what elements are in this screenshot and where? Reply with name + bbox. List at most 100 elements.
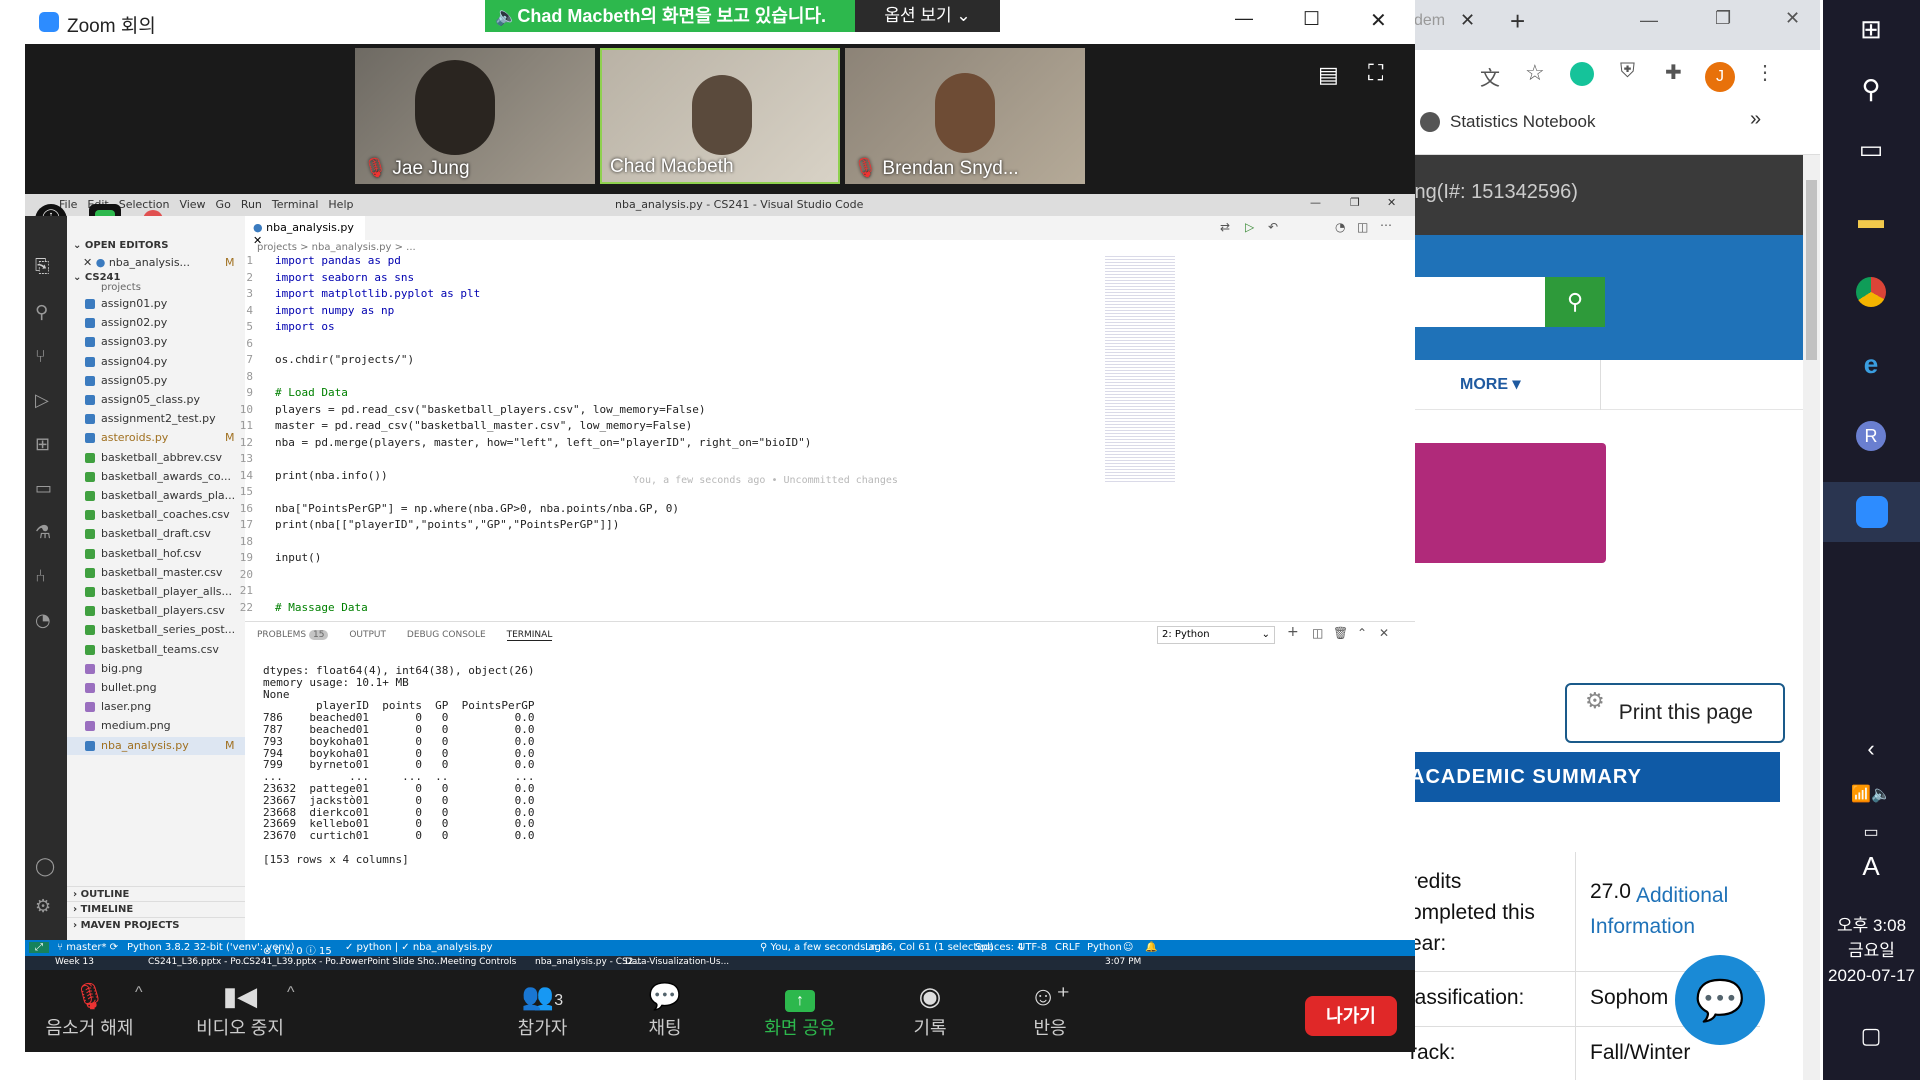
shield-icon[interactable]: ⛨ [1620, 60, 1635, 83]
file-tree-item[interactable]: big.png [67, 660, 245, 679]
editor-tab[interactable]: ● nba_analysis.py ✕ [245, 216, 365, 247]
code-area[interactable]: 1 import pandas as pd 2 import seaborn as s… [215, 254, 1115, 621]
taskbar-item[interactable]: PowerPoint Slide Sho... [340, 957, 443, 967]
code-line[interactable]: 11 master = pd.read_csv("basketball_maste… [215, 419, 1115, 436]
stop-video-button[interactable]: ▮◀ 비디오 중지 [180, 978, 300, 1040]
split-editor-icon[interactable]: ◫ [1357, 220, 1368, 234]
file-tree-item[interactable]: bullet.png [67, 679, 245, 698]
layout-icon[interactable]: ▤ [1318, 62, 1339, 88]
code-line[interactable]: 19 input() [215, 551, 1115, 568]
minimize-icon[interactable]: — [1640, 10, 1658, 31]
file-explorer-icon[interactable]: ▬ [1847, 195, 1895, 243]
print-page-button[interactable]: ⚙ Print this page [1565, 683, 1785, 743]
restore-icon[interactable]: ❐ [1715, 8, 1731, 29]
explorer-icon[interactable]: ⎘ [35, 256, 49, 277]
profile-avatar[interactable]: J [1705, 62, 1735, 92]
task-view-icon[interactable]: ▭ [1847, 125, 1895, 173]
taskbar-item[interactable]: Meeting Controls [440, 957, 516, 967]
code-line[interactable]: 13 [215, 452, 1115, 469]
code-line[interactable]: 18 [215, 535, 1115, 552]
run-icon[interactable]: ▷ [1245, 220, 1254, 234]
code-line[interactable]: 4 import numpy as np [215, 304, 1115, 321]
indent-setting[interactable]: Spaces: 4 [975, 942, 1024, 953]
code-line[interactable]: 17 print(nba[["playerID","points","GP","P… [215, 518, 1115, 535]
maven-section[interactable]: › MAVEN PROJECTS [67, 917, 245, 933]
code-line[interactable]: 3 import matplotlib.pyplot as plt [215, 287, 1115, 304]
timeline-section[interactable]: › TIMELINE [67, 901, 245, 917]
notification-icon[interactable]: ▢ [1847, 1012, 1895, 1060]
taskbar-item[interactable]: CS241_L39.pptx - Po... [243, 957, 344, 967]
split-terminal-icon[interactable]: ◫ [1312, 626, 1323, 640]
ime-indicator[interactable]: A [1847, 842, 1895, 890]
additional-info-link[interactable]: Additional Information [1590, 880, 1760, 942]
remote-indicator-icon[interactable]: ⤢ [29, 942, 49, 953]
taskbar-clock[interactable]: 3:07 PM [1105, 957, 1141, 967]
source-control-icon[interactable]: ⑂ [35, 346, 46, 367]
terminal-select[interactable]: 2: Python ⌄ [1157, 626, 1275, 644]
edge-icon[interactable]: e [1847, 340, 1895, 388]
extensions-icon[interactable]: ✚ [1665, 60, 1682, 85]
trash-icon[interactable]: 🗑 [1333, 626, 1348, 640]
restore-icon[interactable]: ❐ [1350, 196, 1360, 209]
taskbar-item[interactable]: Data-Visualization-Us... [625, 957, 729, 967]
share-screen-button[interactable]: ↑ 화면 공유 [750, 978, 850, 1040]
outline-section[interactable]: › OUTLINE [67, 886, 245, 902]
code-line[interactable]: 2 import seaborn as sns [215, 271, 1115, 288]
maximize-panel-icon[interactable]: ⌃ [1357, 626, 1367, 640]
zoom-taskbar-icon[interactable] [1823, 482, 1920, 542]
encoding[interactable]: UTF-8 [1018, 942, 1047, 953]
close-icon[interactable]: ✕ [1370, 8, 1387, 33]
new-terminal-icon[interactable]: + [1287, 624, 1299, 640]
extensions-icon[interactable]: ⊞ [35, 434, 50, 455]
code-line[interactable]: 7 os.chdir("projects/") [215, 353, 1115, 370]
code-line[interactable]: 8 [215, 370, 1115, 387]
search-icon[interactable]: ⚲ [35, 302, 48, 323]
menu-item[interactable]: Run [241, 198, 262, 211]
file-tree-item[interactable]: laser.png [67, 698, 245, 717]
r-app-icon[interactable]: R [1847, 412, 1895, 460]
code-line[interactable]: 10 players = pd.read_csv("basketball_play… [215, 403, 1115, 420]
clock[interactable]: 오후 3:08 금요일 2020-07-17 [1823, 913, 1920, 988]
testing-icon[interactable]: ⚗ [35, 522, 51, 543]
chevron-up-icon[interactable]: ^ [135, 984, 143, 1002]
promo-banner[interactable] [1410, 443, 1606, 563]
chrome-icon[interactable] [1847, 268, 1895, 316]
close-panel-icon[interactable]: ✕ [1379, 626, 1389, 640]
fullscreen-icon[interactable]: ⛶ [1368, 60, 1383, 86]
timeline-icon[interactable]: ◔ [35, 610, 51, 631]
menu-item[interactable]: Selection [119, 198, 170, 211]
open-editor-item[interactable]: ✕ ● nba_analysis... [83, 256, 190, 269]
close-icon[interactable]: ✕ [1785, 8, 1800, 29]
more-bookmarks-icon[interactable]: » [1750, 108, 1761, 131]
task-indicator[interactable]: ✓ python | ✓ nba_analysis.py [345, 942, 493, 953]
feedback-icon[interactable]: ☺ [1123, 942, 1133, 953]
close-tab-icon[interactable]: ✕ [1460, 10, 1475, 31]
code-line[interactable]: 1 import pandas as pd [215, 254, 1115, 271]
code-line[interactable]: 5 import os [215, 320, 1115, 337]
record-button[interactable]: ◉ 기록 [895, 978, 965, 1040]
tab-debug-console[interactable]: DEBUG CONSOLE [407, 630, 486, 640]
participants-button[interactable]: 👥3 참가자 [500, 978, 585, 1040]
taskbar-item[interactable]: CS241_L36.pptx - Po... [148, 957, 249, 967]
chevron-left-icon[interactable]: ‹ [1847, 725, 1895, 773]
run-debug-icon[interactable]: ▷ [35, 390, 49, 411]
minimize-icon[interactable]: — [1310, 196, 1321, 209]
menu-icon[interactable]: ⋮ [1755, 60, 1775, 85]
language-mode[interactable]: Python [1087, 942, 1122, 953]
code-line[interactable]: 16 nba["PointsPerGP"] = np.where(nba.GP>0… [215, 502, 1115, 519]
translate-icon[interactable]: 文 [1480, 62, 1500, 91]
remote-icon[interactable]: ▭ [35, 478, 52, 499]
leave-meeting-button[interactable]: 나가기 [1305, 996, 1397, 1036]
code-line[interactable]: 6 [215, 337, 1115, 354]
new-tab-icon[interactable]: + [1510, 6, 1525, 37]
code-line[interactable]: 22 # Massage Data [215, 601, 1115, 618]
nav-more[interactable]: MORE ▾ [1460, 374, 1520, 394]
bell-icon[interactable]: 🔔 [1145, 942, 1157, 953]
chat-button[interactable]: 💬 채팅 [630, 978, 700, 1040]
menu-item[interactable]: View [179, 198, 205, 211]
grammarly-icon[interactable] [1570, 62, 1594, 86]
line-ending[interactable]: CRLF [1055, 942, 1080, 953]
file-tree-item[interactable]: nba_analysis.py M [67, 736, 245, 755]
browser-scrollbar[interactable] [1803, 155, 1820, 1080]
problems-indicator[interactable]: ⊗ 0 ⚠ 0 ⓘ 15 [263, 942, 332, 957]
